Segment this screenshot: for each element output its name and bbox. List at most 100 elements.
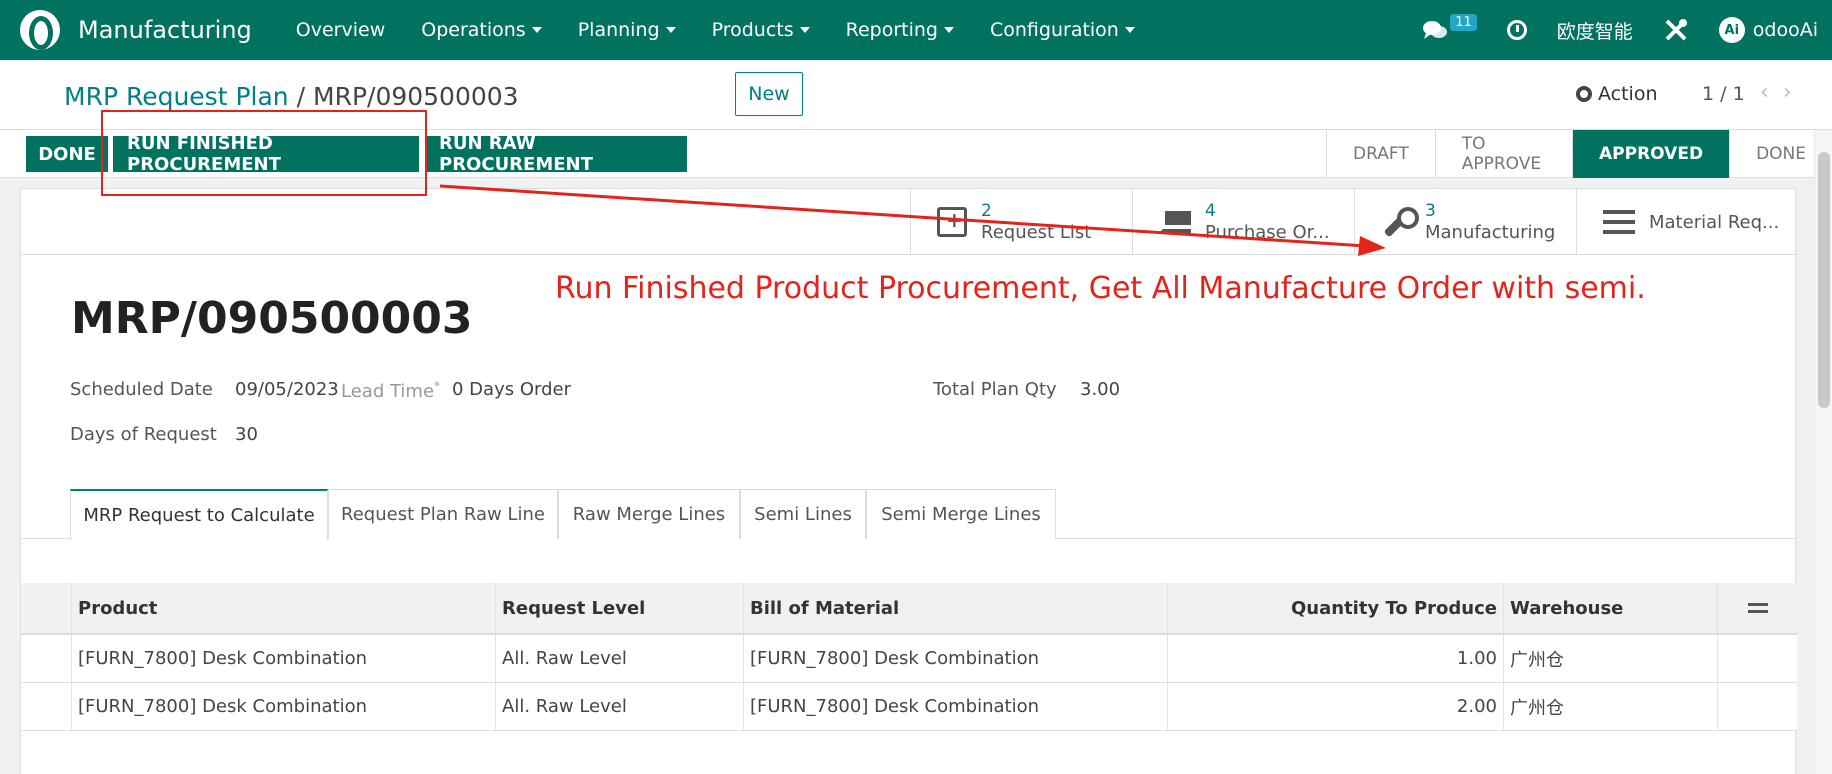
odoo-logo-icon[interactable] [20, 10, 60, 50]
cell-request-level: All. Raw Level [495, 683, 743, 730]
lead-time-value[interactable]: 0 Days Order [452, 379, 571, 400]
cell-empty [1717, 683, 1797, 730]
days-of-request-label: Days of Request [70, 424, 217, 445]
scheduled-date-label: Scheduled Date [70, 379, 213, 400]
user-name: odooAi [1752, 19, 1818, 41]
calendar-plus-icon [937, 207, 967, 237]
chat-count-badge: 11 [1450, 13, 1477, 31]
menu-overview[interactable]: Overview [296, 19, 385, 41]
optional-columns-button[interactable] [1717, 583, 1797, 633]
material-request-smart-button[interactable]: Material Req... [1576, 189, 1797, 255]
stage-bar: DRAFT TO APPROVE APPROVED DONE [1326, 130, 1832, 178]
cell-bill-of-material: [FURN_7800] Desk Combination [743, 683, 1167, 730]
run-finished-procurement-button[interactable]: RUN FINISHED PROCUREMENT [113, 133, 419, 175]
cell-bill-of-material: [FURN_7800] Desk Combination [743, 635, 1167, 682]
shopping-cart-icon [1159, 211, 1191, 233]
menu-label: Configuration [990, 19, 1119, 41]
chat-button[interactable]: 11 [1422, 13, 1477, 41]
header-request-level[interactable]: Request Level [495, 583, 743, 633]
cell-warehouse: 广州仓 [1503, 683, 1717, 730]
lead-time-label-text: Lead Time [341, 381, 435, 402]
days-of-request-value[interactable]: 30 [235, 424, 258, 445]
menu-products[interactable]: Products [712, 19, 810, 41]
run-raw-procurement-button[interactable]: RUN RAW PROCUREMENT [425, 133, 687, 175]
done-button[interactable]: DONE [26, 136, 108, 172]
menu-label: Reporting [845, 19, 938, 41]
smart-button-bar: 2Request List 4Purchase Or... 3Manufactu… [21, 189, 1797, 255]
manufacturing-smart-button[interactable]: 3 Manufacturing [1354, 189, 1576, 255]
app-name[interactable]: Manufacturing [78, 16, 252, 44]
request-list-label: Request List [981, 222, 1092, 243]
table-header: Product Request Level Bill of Material Q… [21, 583, 1797, 635]
user-menu[interactable]: Ai odooAi [1718, 17, 1818, 43]
stage-draft[interactable]: DRAFT [1326, 130, 1435, 178]
purchase-label: Purchase Or... [1205, 222, 1330, 243]
material-request-label: Material Req... [1649, 211, 1780, 233]
pager-next-button[interactable]: › [1783, 80, 1806, 105]
cell-request-level: All. Raw Level [495, 635, 743, 682]
breadcrumb-current: MRP/090500003 [313, 82, 519, 111]
tab-request-plan-raw-line[interactable]: Request Plan Raw Line [328, 489, 558, 539]
header-warehouse[interactable]: Warehouse [1503, 583, 1717, 633]
pager-arrows: ‹› [1760, 80, 1806, 105]
activity-clock-icon[interactable] [1506, 20, 1527, 40]
total-plan-qty-value[interactable]: 3.00 [1080, 379, 1120, 400]
menu-label: Products [711, 19, 794, 41]
user-avatar: Ai [1718, 17, 1745, 43]
menu-operations[interactable]: Operations [421, 19, 542, 41]
manufacturing-count: 3 [1425, 201, 1436, 221]
purchase-order-smart-button[interactable]: 4 Purchase Or... [1132, 189, 1354, 255]
breadcrumb: MRP Request Plan / MRP/090500003 [64, 82, 519, 111]
control-panel: MRP Request Plan / MRP/090500003 New Act… [0, 60, 1832, 130]
gear-icon [1576, 86, 1592, 102]
cell-quantity: 1.00 [1167, 635, 1503, 682]
total-plan-qty-label: Total Plan Qty [933, 379, 1057, 400]
pager-value[interactable]: 1 / 1 [1702, 83, 1745, 105]
company-switcher[interactable]: 欧度智能 [1557, 17, 1633, 44]
stage-approved[interactable]: APPROVED [1572, 130, 1730, 178]
header-bill-of-material[interactable]: Bill of Material [743, 583, 1167, 633]
tab-semi-merge-lines[interactable]: Semi Merge Lines [866, 489, 1056, 539]
menu-label: Overview [295, 19, 386, 41]
header-product[interactable]: Product [71, 583, 495, 633]
cell-quantity: 2.00 [1167, 683, 1503, 730]
tab-raw-merge-lines[interactable]: Raw Merge Lines [558, 489, 740, 539]
tab-mrp-request-to-calculate[interactable]: MRP Request to Calculate [70, 489, 328, 540]
menu-configuration[interactable]: Configuration [990, 19, 1135, 41]
cell-warehouse: 广州仓 [1503, 635, 1717, 682]
table-row[interactable]: [FURN_7800] Desk Combination All. Raw Le… [21, 683, 1797, 731]
action-label: Action [1598, 83, 1658, 105]
breadcrumb-parent-link[interactable]: MRP Request Plan [64, 82, 289, 111]
scheduled-date-value[interactable]: 09/05/2023 [235, 379, 339, 400]
caret-down-icon [531, 27, 542, 33]
caret-down-icon [944, 27, 954, 33]
sliders-icon [1747, 601, 1768, 615]
table-row[interactable]: [FURN_7800] Desk Combination All. Raw Le… [21, 635, 1797, 683]
request-lines-table: Product Request Level Bill of Material Q… [21, 583, 1797, 731]
notebook-tabs: MRP Request to Calculate Request Plan Ra… [21, 489, 1797, 540]
page-scrollbar[interactable] [1814, 130, 1832, 774]
tab-semi-lines[interactable]: Semi Lines [740, 489, 866, 539]
manufacturing-label: Manufacturing [1425, 222, 1556, 243]
action-menu-button[interactable]: Action [1576, 83, 1658, 105]
list-icon [1603, 210, 1635, 234]
form-sheet: 2Request List 4Purchase Or... 3Manufactu… [20, 188, 1797, 774]
request-list-count: 2 [981, 201, 992, 221]
record-title: MRP/090500003 [71, 293, 473, 344]
header-quantity-to-produce[interactable]: Quantity To Produce [1167, 583, 1503, 633]
caret-down-icon [1124, 27, 1135, 33]
stage-to-approve[interactable]: TO APPROVE [1434, 130, 1572, 178]
tools-icon[interactable] [1663, 17, 1689, 43]
menu-reporting[interactable]: Reporting [846, 19, 954, 41]
scrollbar-thumb[interactable] [1818, 152, 1830, 408]
top-navbar: Manufacturing Overview Operations Planni… [0, 0, 1832, 60]
row-handle [21, 683, 71, 730]
wrench-icon [1381, 207, 1419, 237]
annotation-text: Run Finished Product Procurement, Get Al… [555, 271, 1646, 306]
cell-product: [FURN_7800] Desk Combination [71, 635, 495, 682]
new-button[interactable]: New [735, 72, 803, 116]
pager-prev-button[interactable]: ‹ [1760, 80, 1783, 105]
menu-planning[interactable]: Planning [578, 19, 676, 41]
request-list-smart-button[interactable]: 2Request List [910, 189, 1132, 255]
breadcrumb-separator: / [296, 82, 306, 111]
